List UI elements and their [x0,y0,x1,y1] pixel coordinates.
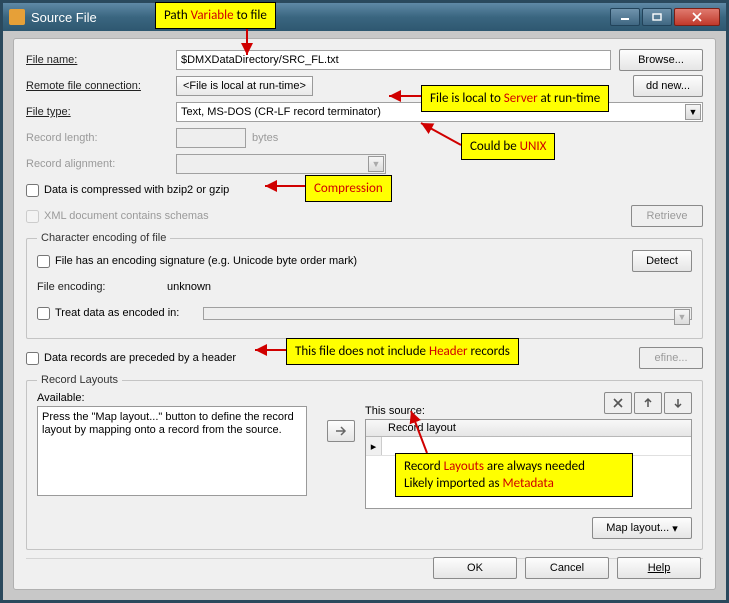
move-up-button [634,392,662,414]
move-right-button[interactable] [327,420,355,442]
annotation-unix: Could be UNIX [461,133,555,160]
header-label: Data records are preceded by a header [44,352,236,364]
table-cell [382,444,394,448]
record-alignment-select [176,154,386,174]
annotation-header: This file does not include Header record… [286,338,519,365]
available-list[interactable]: Press the "Map layout..." button to defi… [37,406,307,496]
minimize-icon [620,13,630,21]
retrieve-button: Retrieve [631,205,703,227]
delete-icon [612,397,624,409]
chevron-down-icon[interactable]: ▼ [685,104,701,120]
chevron-down-icon: ▼ [674,309,690,325]
encoding-group: Character encoding of file File has an e… [26,232,703,339]
record-layouts-legend: Record Layouts [37,374,122,386]
dialog-content: File name: Browse... Remote file connect… [13,38,716,590]
remote-connection-value: <File is local at run-time> [183,80,306,92]
file-encoding-label: File encoding: [37,281,167,293]
annotation-path-variable: Path Variable to file [155,2,276,29]
maximize-icon [652,13,662,21]
minimize-button[interactable] [610,8,640,26]
define-header-button: efine... [639,347,703,369]
header-checkbox[interactable] [26,352,39,365]
maximize-button[interactable] [642,8,672,26]
remote-connection-label: Remote file connection: [26,80,176,92]
map-layout-button[interactable]: Map layout... ▾ [592,517,692,539]
arrow-right-icon [334,425,348,437]
this-source-label: This source: [365,405,425,417]
annotation-compression: Compression [305,175,392,202]
remote-connection-dropdown[interactable]: <File is local at run-time> [176,76,313,96]
available-hint-text: Press the "Map layout..." button to defi… [42,411,294,436]
app-window: Source File File name: Browse... Remote … [0,0,729,603]
annotation-local-server: File is local to Server at run-time [421,85,609,112]
map-layout-label: Map layout... [606,522,669,534]
titlebar: Source File [3,3,726,31]
arrow-up-icon [642,397,654,409]
file-name-label: File name: [26,54,176,66]
record-alignment-label: Record alignment: [26,158,176,170]
available-label: Available: [37,392,317,404]
row-selector-icon[interactable]: ▸ [366,437,382,455]
add-new-button[interactable]: dd new... [633,75,703,97]
window-buttons [610,8,720,26]
encoding-signature-checkbox[interactable] [37,255,50,268]
file-name-input[interactable] [176,50,611,70]
close-icon [691,12,703,22]
delete-layout-button [604,392,632,414]
move-down-button [664,392,692,414]
xml-schemas-label: XML document contains schemas [44,210,209,222]
cancel-button[interactable]: Cancel [525,557,609,579]
browse-button[interactable]: Browse... [619,49,703,71]
treat-encoded-label: Treat data as encoded in: [55,307,179,319]
compressed-label: Data is compressed with bzip2 or gzip [44,184,229,196]
help-button[interactable]: Help [617,557,701,579]
arrow-down-icon [672,397,684,409]
app-icon [9,9,25,25]
record-length-input [176,128,246,148]
dialog-buttons: OK Cancel Help [433,557,701,579]
file-encoding-value: unknown [167,281,211,293]
detect-button[interactable]: Detect [632,250,692,272]
close-button[interactable] [674,8,720,26]
window-title: Source File [31,10,97,25]
table-column-header: Record layout [366,420,691,437]
encoding-signature-label: File has an encoding signature (e.g. Uni… [55,255,357,267]
annotation-layouts: Record Layouts are always needed Likely … [395,453,633,497]
treat-encoded-select [203,307,692,320]
treat-encoded-checkbox[interactable] [37,307,50,320]
ok-button[interactable]: OK [433,557,517,579]
chevron-down-icon: ▼ [368,156,384,172]
record-length-unit: bytes [252,132,278,144]
record-length-label: Record length: [26,132,176,144]
xml-schemas-checkbox [26,210,39,223]
encoding-legend: Character encoding of file [37,232,170,244]
compressed-checkbox[interactable] [26,184,39,197]
file-type-label: File type: [26,106,176,118]
